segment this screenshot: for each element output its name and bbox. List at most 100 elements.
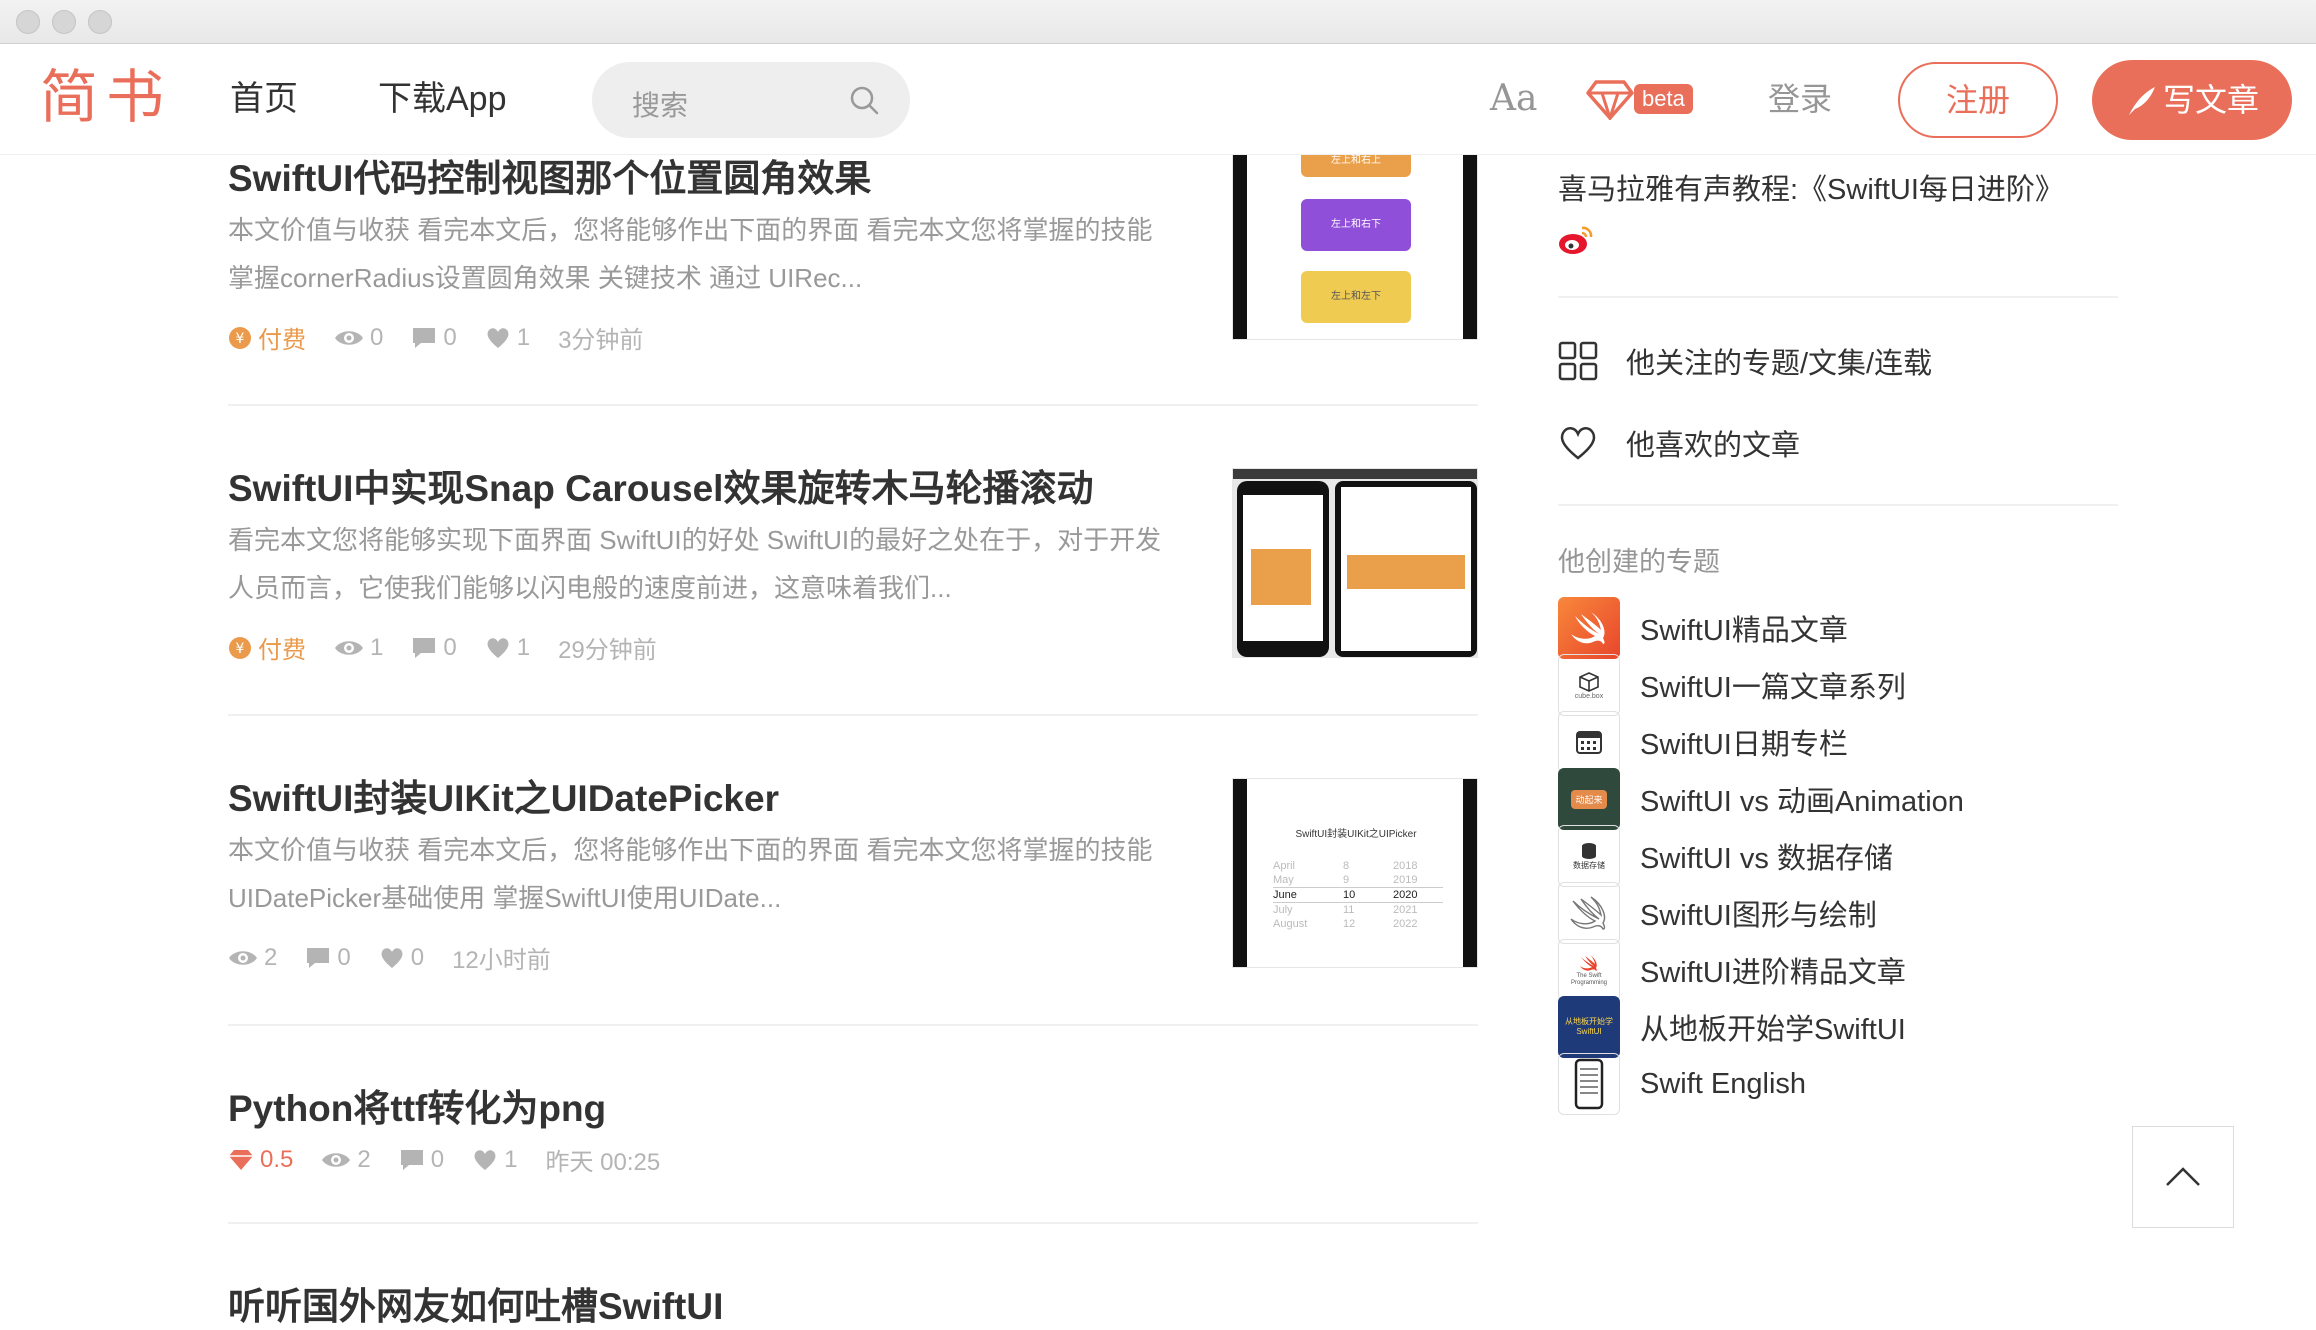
calendar-icon	[1558, 711, 1620, 773]
article-thumbnail[interactable]: SwiftUI封装UIKit之UIPicker April 8 2018 May 9 20…	[1232, 778, 1478, 968]
thumb-title: SwiftUI封装UIKit之UIPicker	[1295, 829, 1417, 840]
picker-row: July 11 2021	[1273, 903, 1443, 917]
article-thumbnail[interactable]	[1232, 468, 1478, 658]
login-link[interactable]: 登录	[1768, 74, 1832, 124]
liked-articles-link[interactable]: 他喜欢的文章	[1558, 418, 1800, 468]
picker-cell: April	[1273, 860, 1296, 872]
picker-row: May 9 2019	[1273, 873, 1443, 887]
likes-value: 1	[504, 1145, 518, 1173]
heart-icon	[487, 637, 509, 658]
database-icon: 数据存储	[1558, 825, 1620, 887]
heart-icon	[381, 947, 403, 968]
picker-cell: 2022	[1393, 918, 1418, 930]
heart-outline-icon	[1560, 427, 1596, 460]
comments-count: 0	[411, 324, 457, 352]
write-article-button[interactable]: 写文章	[2092, 60, 2292, 140]
collection-item[interactable]: Swift English	[1558, 1052, 1806, 1116]
weibo-icon[interactable]	[1558, 224, 1594, 256]
publish-time: 29分钟前	[558, 637, 657, 664]
article-title[interactable]: 听听国外网友如何吐槽SwiftUI	[228, 1276, 723, 1330]
article-abstract: 本文价值与收获 看完本文后，您将能够作出下面的界面 看完本文您将掌握的技能 UI…	[228, 826, 1188, 922]
database-caption: 数据存储	[1573, 860, 1605, 870]
picker-cell: August	[1273, 918, 1308, 930]
sidebar-divider	[1558, 296, 2118, 298]
collection-item[interactable]: SwiftUI精品文章	[1558, 596, 1848, 660]
swift-logo-icon	[1558, 597, 1620, 659]
paid-badge[interactable]: ¥ 付费	[228, 320, 306, 355]
following-collections-label: 他关注的专题/文集/连载	[1626, 348, 1933, 380]
animation-caption: 动起来	[1571, 789, 1607, 809]
register-button[interactable]: 注册	[1898, 62, 2058, 138]
nav-download-app-link[interactable]: 下载App	[378, 74, 507, 124]
font-size-toggle[interactable]: Aa	[1490, 74, 1537, 124]
eye-icon	[322, 1152, 351, 1167]
window-close-button[interactable]	[16, 10, 40, 34]
abstract-line: 本文价值与收获 看完本文后，您将能够作出下面的界面 看完本文您将掌握的技能	[228, 835, 1153, 865]
article-title[interactable]: SwiftUI代码控制视图那个位置圆角效果	[228, 148, 871, 202]
views-count: 1	[334, 634, 383, 662]
picker-cell: June	[1273, 889, 1297, 901]
thumb-button-purple: 左上和右下	[1301, 199, 1411, 251]
collection-item[interactable]: The Swift Programming SwiftUI进阶精品文章	[1558, 938, 1906, 1002]
comment-icon	[413, 637, 436, 658]
search-input[interactable]: 搜索	[632, 84, 688, 124]
heart-icon	[474, 1149, 496, 1170]
diamond-icon	[1586, 80, 1634, 120]
search-box[interactable]: 搜索	[592, 62, 910, 138]
collection-item[interactable]: cube.box SwiftUI一篇文章系列	[1558, 653, 1906, 717]
window-zoom-button[interactable]	[88, 10, 112, 34]
paid-badge[interactable]: ¥ 付费	[228, 630, 306, 665]
beta-badge: beta	[1634, 84, 1693, 114]
article-title[interactable]: SwiftUI中实现Snap Carousel效果旋转木马轮播滚动	[228, 458, 1093, 512]
likes-count: 1	[485, 634, 530, 662]
collection-item[interactable]: SwiftUI日期专栏	[1558, 710, 1848, 774]
likes-value: 1	[516, 323, 531, 351]
window-minimize-button[interactable]	[52, 10, 76, 34]
svg-text:¥: ¥	[236, 331, 245, 347]
comments-value: 0	[430, 1145, 445, 1173]
collection-item[interactable]: 从地板开始学 SwiftUI 从地板开始学SwiftUI	[1558, 995, 1906, 1059]
picker-cell: 9	[1343, 874, 1350, 886]
search-icon[interactable]	[848, 84, 880, 116]
article-meta: ¥ 付费 1 0 1 29分钟前	[228, 630, 685, 665]
publish-time: 3分钟前	[558, 327, 644, 354]
collection-name: SwiftUI精品文章	[1640, 615, 1848, 647]
collection-name: 从地板开始学SwiftUI	[1640, 1014, 1906, 1046]
cube-box-icon: cube.box	[1558, 654, 1620, 716]
collection-item[interactable]: SwiftUI图形与绘制	[1558, 881, 1877, 945]
cube-box-caption: cube.box	[1574, 692, 1604, 700]
abstract-line: UIDatePicker基础使用 掌握SwiftUI使用UIDate...	[228, 883, 782, 913]
eye-icon	[229, 950, 257, 965]
collection-name: SwiftUI vs 动画Animation	[1640, 786, 1964, 818]
comments-count: 0	[411, 634, 457, 662]
comment-icon	[413, 327, 436, 348]
article-title[interactable]: SwiftUI封装UIKit之UIDatePicker	[228, 768, 779, 822]
likes-value: 1	[516, 633, 531, 661]
following-collections-link[interactable]: 他关注的专题/文集/连载	[1558, 336, 1932, 386]
nav-home-link[interactable]: 首页	[230, 74, 298, 124]
article-thumbnail[interactable]: 左上和右上 左上和右下 左上和左下	[1232, 150, 1478, 340]
reward-value: 0.5	[260, 1145, 294, 1173]
reward-badge[interactable]: 0.5	[228, 1146, 293, 1174]
picker-cell: 2019	[1393, 874, 1418, 886]
swift-book-caption: The Swift Programming	[1570, 973, 1607, 986]
back-to-top-button[interactable]	[2132, 1126, 2234, 1228]
picker-row: April 8 2018	[1273, 859, 1443, 873]
swift-outline-icon	[1558, 882, 1620, 944]
likes-count: 0	[379, 944, 424, 972]
eye-icon	[335, 330, 363, 345]
comment-icon	[307, 947, 330, 968]
collection-item[interactable]: 数据存储 SwiftUI vs 数据存储	[1558, 824, 1893, 888]
article-meta: 0.5 2 0 1 昨天 00:25	[228, 1142, 688, 1177]
diamond-icon	[229, 1149, 253, 1170]
collection-item[interactable]: 动起来 SwiftUI vs 动画Animation	[1558, 767, 1964, 831]
likes-count: 1	[472, 1146, 517, 1174]
picker-row: August 12 2022	[1273, 917, 1443, 931]
article-title[interactable]: Python将ttf转化为png	[228, 1078, 606, 1132]
views-count: 2	[228, 944, 277, 972]
collections-heading: 他创建的专题	[1558, 547, 1720, 577]
diamond-beta-button[interactable]: beta	[1586, 78, 1696, 122]
abstract-line: 人员而言，它使我们能够以闪电般的速度前进，这意味着我们...	[228, 573, 952, 603]
animation-thumb-icon: 动起来	[1558, 768, 1620, 830]
site-logo[interactable]: 简书	[40, 62, 172, 132]
